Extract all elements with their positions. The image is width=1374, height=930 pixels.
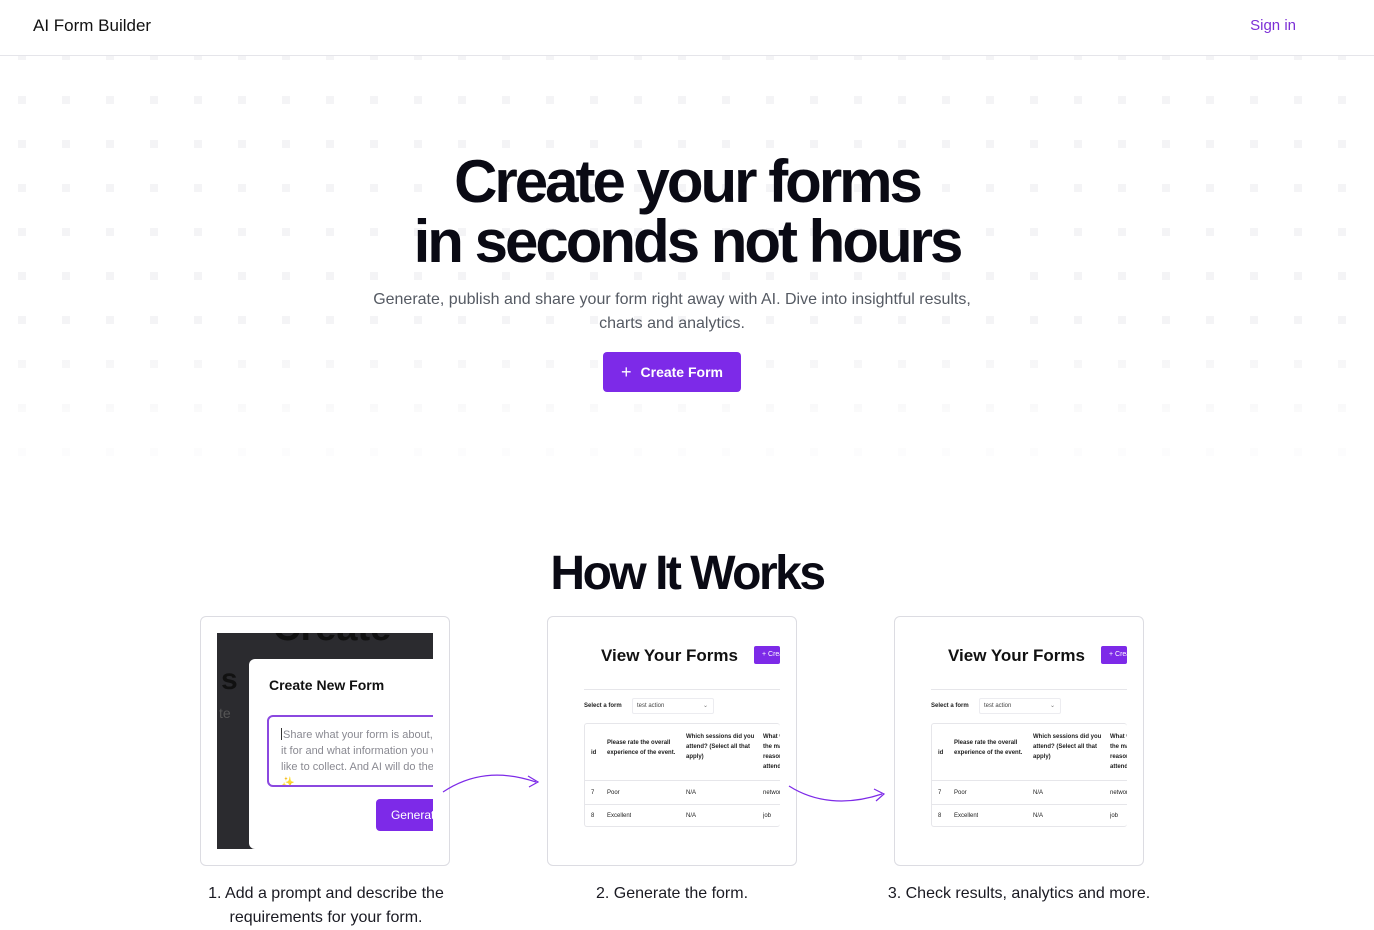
top-nav: AI Form Builder Sign in [0, 0, 1374, 56]
view-forms-title: View Your Forms [601, 646, 738, 665]
table-cell: Poor [954, 790, 967, 796]
form-select[interactable]: test action ⌄ [979, 698, 1061, 714]
table-cell: 8 [938, 813, 942, 819]
row-divider [932, 780, 1127, 781]
hero-subtitle: Generate, publish and share your form ri… [373, 291, 971, 332]
prompt-textarea[interactable]: Share what your form is about, who is it… [267, 715, 433, 787]
table-header: Which sessions did you attend? (Select a… [686, 734, 755, 760]
step-3-preview-card: View Your Forms + Create Form Select a f… [894, 616, 1144, 866]
table-cell: Poor [607, 790, 620, 796]
responses-table: id Please rate the overall experience of… [931, 723, 1127, 827]
table-cell: 7 [591, 790, 595, 796]
form-select[interactable]: test action ⌄ [632, 698, 714, 714]
how-it-works-title: How It Works [550, 547, 826, 600]
table-cell: networking [763, 790, 780, 796]
hero-title-line-1: Create your forms [454, 148, 923, 215]
divider [584, 689, 780, 690]
create-modal-backdrop: Create your s te Create New Form Share w… [217, 633, 433, 849]
form-select-value: test action [984, 703, 1012, 709]
table-header: What was the main reason for attending t… [1110, 734, 1127, 770]
brand-logo-text[interactable]: AI Form Builder [33, 16, 151, 36]
table-cell: job [1110, 813, 1119, 819]
table-cell: N/A [686, 813, 697, 819]
create-form-mini-button[interactable]: + Create Form [754, 646, 780, 664]
table-cell: N/A [686, 790, 697, 796]
table-header: Please rate the overall experience of th… [954, 740, 1023, 756]
modal-title: Create New Form [269, 677, 385, 693]
prompt-placeholder: Share what your form is about, who is it… [281, 729, 433, 787]
table-cell: networking [1110, 790, 1127, 796]
plus-icon: + [621, 362, 632, 382]
select-form-label: Select a form [584, 703, 622, 709]
sign-in-link[interactable]: Sign in [1250, 17, 1296, 34]
table-header: id [591, 750, 597, 756]
create-new-form-modal: Create New Form Share what your form is … [249, 659, 433, 849]
form-select-value: test action [637, 703, 665, 709]
step-2-caption: 2. Generate the form. [595, 885, 749, 902]
divider [931, 689, 1127, 690]
table-cell: N/A [1033, 813, 1044, 819]
select-form-label: Select a form [931, 703, 969, 709]
table-cell: job [763, 813, 772, 819]
create-form-button[interactable]: + Create Form [603, 352, 741, 392]
table-cell: 7 [938, 790, 942, 796]
table-header: Please rate the overall experience of th… [607, 740, 676, 756]
hero-title: Create your forms in seconds not hours [0, 152, 1374, 272]
table-cell: N/A [1033, 790, 1044, 796]
table-header: What was the main reason for attending t… [763, 734, 780, 770]
step-1-caption: 1. Add a prompt and describe the require… [208, 885, 444, 926]
step-1-preview-card: Create your s te Create New Form Share w… [200, 616, 450, 866]
curved-arrow-icon [788, 785, 886, 802]
view-forms-title: View Your Forms [948, 646, 1085, 665]
create-form-mini-button[interactable]: + Create Form [1101, 646, 1127, 664]
text-caret [281, 728, 282, 740]
curved-arrow-icon [442, 774, 540, 793]
row-divider [585, 804, 780, 805]
table-cell: 8 [591, 813, 595, 819]
row-divider [932, 804, 1127, 805]
row-divider [585, 780, 780, 781]
hero-section [0, 56, 1374, 496]
step-2-preview-card: View Your Forms + Create Form Select a f… [547, 616, 797, 866]
generate-button[interactable]: Generate [376, 799, 433, 831]
chevron-down-icon: ⌄ [1049, 703, 1055, 709]
hero-title-line-2: in seconds not hours [413, 208, 964, 275]
table-cell: Excellent [607, 813, 632, 819]
backdrop-ghost-letter: s [221, 663, 238, 696]
create-form-button-label: Create Form [640, 364, 723, 380]
table-header: id [938, 750, 944, 756]
backdrop-ghost-text: te [219, 705, 231, 721]
responses-table: id Please rate the overall experience of… [584, 723, 780, 827]
step-3-caption: 3. Check results, analytics and more. [887, 885, 1151, 902]
table-header: Which sessions did you attend? (Select a… [1033, 734, 1102, 760]
chevron-down-icon: ⌄ [702, 703, 708, 709]
table-cell: Excellent [954, 813, 979, 819]
